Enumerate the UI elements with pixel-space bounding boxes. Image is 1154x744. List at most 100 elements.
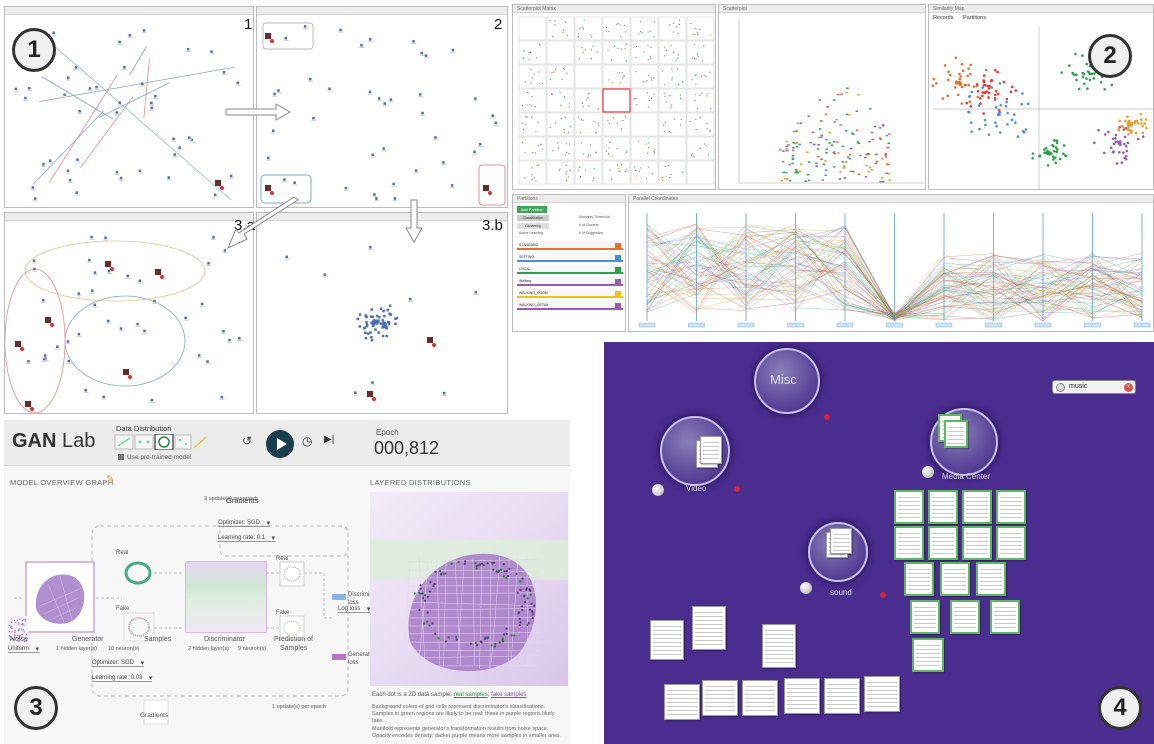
red-marker[interactable] [880,592,886,598]
content-card[interactable] [904,562,934,596]
content-card[interactable] [950,600,980,634]
matrix-point [673,31,675,33]
loss-select[interactable]: Log loss [338,605,371,613]
map-item [363,327,366,330]
slow-motion-icon[interactable]: ◷ [302,434,312,448]
matrix-point [618,167,620,169]
content-card[interactable] [864,676,900,712]
partition-row[interactable]: SETTING [517,253,623,262]
knob[interactable] [800,582,812,594]
reset-icon[interactable]: ↺ [242,434,252,448]
content-card[interactable] [664,684,700,720]
map-item [369,315,373,318]
content-card[interactable] [824,678,860,714]
parallel-coordinates[interactable]: Parallel Coordinates [628,194,1154,332]
content-card[interactable] [944,420,968,448]
map-canvas-2[interactable] [257,15,508,208]
distribution-picker[interactable] [114,434,210,450]
play-button[interactable] [266,430,294,458]
map-item [354,391,357,395]
similarity-point [966,74,969,78]
scatterplot-matrix-grid[interactable] [513,13,716,190]
clustering-button[interactable]: Clustering [517,223,549,229]
partition-row[interactable]: WALKING_ROOM [517,289,623,298]
learning-rate-bottom-select[interactable]: Learning rate: 0.03 [92,674,153,682]
content-card[interactable] [928,490,958,524]
map-item-label [23,99,29,101]
similarity-point [946,78,950,82]
red-marker[interactable] [734,486,740,492]
close-icon[interactable]: x [1124,383,1133,392]
content-card[interactable] [962,490,992,524]
learning-rate-top-select[interactable]: Learning rate: 0.1 [218,534,275,542]
similarity-point [1053,138,1056,142]
matrix-cell [546,112,575,137]
matrix-point [525,116,527,118]
optimizer-top-select[interactable]: Optimizer: SGD [218,519,270,527]
partition-row[interactable]: STANDARD [517,241,623,250]
pencil-icon[interactable]: ✎ [106,474,114,485]
content-card[interactable] [910,600,940,634]
content-card[interactable] [742,680,778,716]
color-swatch[interactable] [615,303,621,308]
partition-row[interactable]: Walking [517,277,623,286]
generator-neurons[interactable]: 10 neuron(s) [108,646,139,652]
disc-neurons[interactable]: 9 neuron(s) [238,646,266,652]
layered-distribution-canvas[interactable] [370,492,568,686]
scatterplot-matrix[interactable]: Scatterplot Matrix [512,4,716,190]
active-learning-checkbox[interactable]: Active Learning [519,231,543,235]
matrix-point [707,154,710,156]
add-partition-button[interactable]: Add Partition [517,206,547,213]
scatterplot-canvas[interactable] [719,13,926,190]
color-swatch[interactable] [615,255,621,260]
content-card[interactable] [912,638,944,672]
step-icon[interactable]: ▶| [324,434,334,445]
content-card[interactable] [996,526,1026,560]
panel-title: Partitions [513,195,625,203]
matrix-point [647,58,649,60]
partition-row[interactable]: LOCAL [517,265,623,274]
search-input[interactable]: music x [1052,380,1136,394]
content-card[interactable] [650,620,684,660]
content-card[interactable] [976,562,1006,596]
color-swatch[interactable] [615,279,621,284]
scatterplot[interactable]: Scatterplot [718,4,926,190]
knob[interactable] [652,484,664,496]
red-marker[interactable] [824,414,830,420]
use-pretrained-checkbox[interactable]: Use pre-trained model [118,454,191,461]
content-card[interactable] [928,526,958,560]
noise-distribution-select[interactable]: Uniform [8,645,39,653]
similarity-point [987,133,991,136]
content-card[interactable] [830,528,852,554]
sample-point [502,575,505,578]
generator-layers[interactable]: 1 hidden layer(s) [56,646,97,652]
scatter-point [792,130,796,133]
knob[interactable] [922,466,934,478]
optimizer-bottom-select[interactable]: Optimizer: SGD [92,659,144,667]
updates-bottom[interactable]: 1 update(s) per epoch [272,704,326,710]
content-card[interactable] [784,678,820,714]
matrix-point [521,104,524,106]
color-swatch[interactable] [615,243,621,248]
disc-layers[interactable]: 2 hidden layer(s) [188,646,229,652]
parallel-coordinates-canvas[interactable] [629,203,1154,332]
content-card[interactable] [962,526,992,560]
content-card[interactable] [940,562,970,596]
partition-row[interactable]: WALKING_DETAIL [517,301,623,310]
color-swatch[interactable] [615,267,621,272]
content-card[interactable] [700,436,722,464]
content-card[interactable] [894,490,924,524]
content-card[interactable] [990,600,1020,634]
color-swatch[interactable] [615,291,621,296]
matrix-point [611,81,613,83]
content-card[interactable] [894,526,924,560]
content-card[interactable] [692,606,726,650]
sample-point [529,593,532,596]
tab-records[interactable]: Records [933,15,953,21]
content-card[interactable] [762,624,796,668]
tab-partitions[interactable]: Partitions [963,15,986,21]
content-card[interactable] [996,490,1026,524]
content-card[interactable] [702,680,738,716]
classification-button[interactable]: Classification [517,215,549,221]
similarity-map[interactable]: Similarity Map Records Partitions [928,4,1154,190]
